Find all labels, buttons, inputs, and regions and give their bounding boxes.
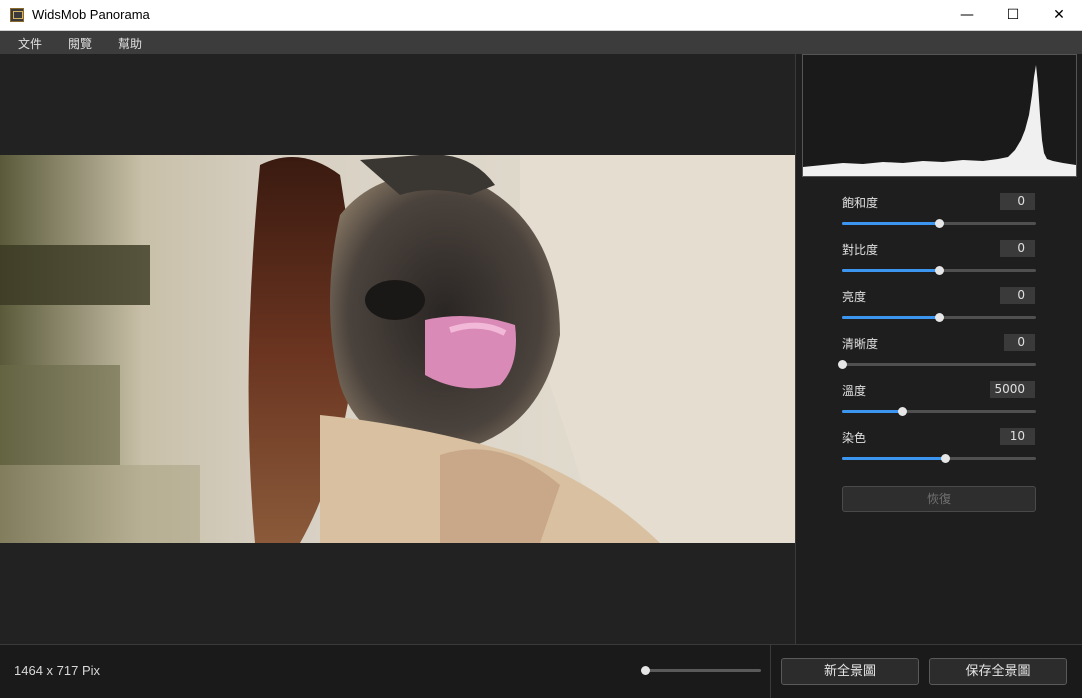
brightness-fill [842, 316, 939, 319]
title-bar: WidsMob Panorama — ☐ ✕ [0, 0, 1082, 31]
brightness-label: 亮度 [842, 290, 867, 304]
window-title: WidsMob Panorama [32, 7, 150, 22]
tint-fill [842, 457, 945, 460]
status-bar [0, 644, 1082, 698]
menu-help[interactable]: 幫助 [118, 35, 142, 52]
tint-knob[interactable] [940, 454, 950, 463]
maximize-button[interactable]: ☐ [990, 0, 1036, 30]
clarity-label: 清晰度 [842, 337, 879, 351]
minimize-icon: — [960, 7, 974, 23]
clarity-knob[interactable] [838, 360, 847, 369]
contrast-value[interactable]: 0 [1000, 240, 1035, 257]
temperature-value[interactable]: 5000 [990, 381, 1035, 398]
menu-file[interactable]: 文件 [18, 35, 42, 52]
zoom-slider[interactable] [641, 666, 761, 675]
tint-value[interactable]: 10 [1000, 428, 1035, 445]
panorama-preview-image [0, 155, 795, 543]
image-dimensions: 1464 x 717 Pix [14, 663, 101, 678]
contrast-label: 對比度 [842, 243, 879, 257]
save-panorama-button[interactable]: 保存全景圖 [929, 658, 1067, 685]
close-button[interactable]: ✕ [1036, 0, 1082, 30]
sidebar-divider [795, 54, 796, 644]
tint-slider[interactable] [842, 454, 1036, 463]
brightness-knob[interactable] [935, 313, 944, 322]
zoom-knob[interactable] [641, 666, 650, 675]
temperature-label: 溫度 [842, 384, 867, 398]
saturation-value[interactable]: 0 [1000, 193, 1035, 210]
temperature-fill [842, 410, 903, 413]
maximize-icon: ☐ [1006, 7, 1020, 23]
temperature-knob[interactable] [898, 407, 908, 416]
new-panorama-button[interactable]: 新全景圖 [781, 658, 919, 685]
temperature-slider[interactable] [842, 407, 1036, 416]
tint-label: 染色 [842, 431, 867, 445]
clarity-value[interactable]: 0 [1004, 334, 1035, 351]
contrast-fill [842, 269, 939, 272]
saturation-fill [842, 222, 939, 225]
menu-view[interactable]: 閱覽 [68, 35, 92, 52]
minimize-button[interactable]: — [944, 0, 990, 30]
close-icon: ✕ [1053, 7, 1065, 23]
reset-button[interactable]: 恢復 [842, 486, 1036, 512]
saturation-label: 飽和度 [842, 196, 879, 210]
histogram [802, 54, 1077, 177]
brightness-value[interactable]: 0 [1000, 287, 1035, 304]
menu-bar: 文件 閱覽 幫助 [0, 31, 1082, 54]
saturation-slider[interactable] [842, 219, 1036, 228]
clarity-slider[interactable] [838, 360, 1036, 369]
contrast-knob[interactable] [935, 266, 944, 275]
status-separator [770, 645, 771, 698]
brightness-slider[interactable] [842, 313, 1036, 322]
app-icon [10, 8, 24, 22]
saturation-knob[interactable] [935, 219, 944, 228]
contrast-slider[interactable] [842, 266, 1036, 275]
